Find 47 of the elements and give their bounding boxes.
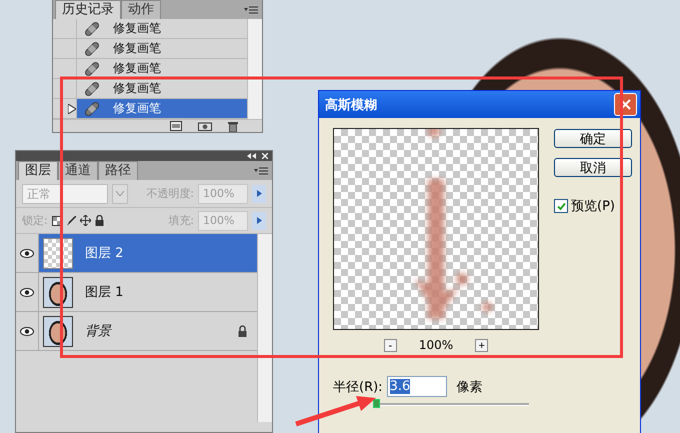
layer-row[interactable]: 图层 2 [39,234,257,272]
camera-icon[interactable] [198,121,212,131]
new-document-icon[interactable] [170,121,182,131]
panel-tab[interactable]: 动作 [121,0,161,19]
history-item[interactable]: 修复画笔 [77,19,247,38]
panel-menu-icon[interactable] [254,166,268,174]
panel-menu-icon[interactable] [244,6,258,14]
close-icon[interactable] [262,153,268,159]
panel-tab[interactable]: 图层 [18,161,58,180]
move-icon[interactable] [80,215,91,226]
panel-tab[interactable]: 路径 [98,161,138,180]
radius-label: 半径(R): [333,378,383,396]
layer-thumbnail [43,238,73,268]
dialog-title: 高斯模糊 [325,96,377,114]
radius-field[interactable]: 3.6 [386,376,447,397]
zoom-level: 100% [418,338,454,352]
zoom-in-button[interactable]: + [475,338,488,352]
preview-label: 预览(P) [571,198,615,215]
history-item[interactable]: 修复画笔 [77,99,247,118]
panel-tab[interactable]: 通道 [58,161,98,180]
layer-thumbnail [43,316,73,346]
collapse-icon[interactable] [247,153,256,159]
scrollbar[interactable] [247,19,262,119]
eye-icon[interactable] [20,248,34,258]
history-item[interactable]: 修复画笔 [77,79,247,98]
history-item[interactable]: 修复画笔 [77,39,247,58]
layer-row[interactable]: 图层 1 [39,273,257,311]
lock-icon[interactable] [94,215,104,226]
close-icon [620,99,631,110]
trash-icon[interactable] [228,120,238,132]
fill-label: 填充: [168,213,194,228]
preview-checkbox[interactable] [554,199,568,213]
zoom-out-button[interactable]: - [384,338,397,352]
layer-thumbnail [43,276,73,308]
dialog-button[interactable]: 确定 [554,129,632,148]
opacity-label: 不透明度: [146,186,194,201]
eye-icon[interactable] [20,288,34,296]
lock-transparency-icon[interactable] [52,216,62,226]
brush-icon[interactable] [66,216,76,226]
scrollbar[interactable] [257,234,272,422]
dialog-button[interactable]: 取消 [554,158,632,177]
panel-tab[interactable]: 历史记录 [55,0,121,19]
eye-icon[interactable] [20,326,34,336]
unit-label: 像素 [456,378,483,396]
history-item[interactable]: 修复画笔 [77,59,247,78]
layer-row[interactable]: 背景 [39,312,257,350]
lock-label: 锁定: [22,213,48,228]
